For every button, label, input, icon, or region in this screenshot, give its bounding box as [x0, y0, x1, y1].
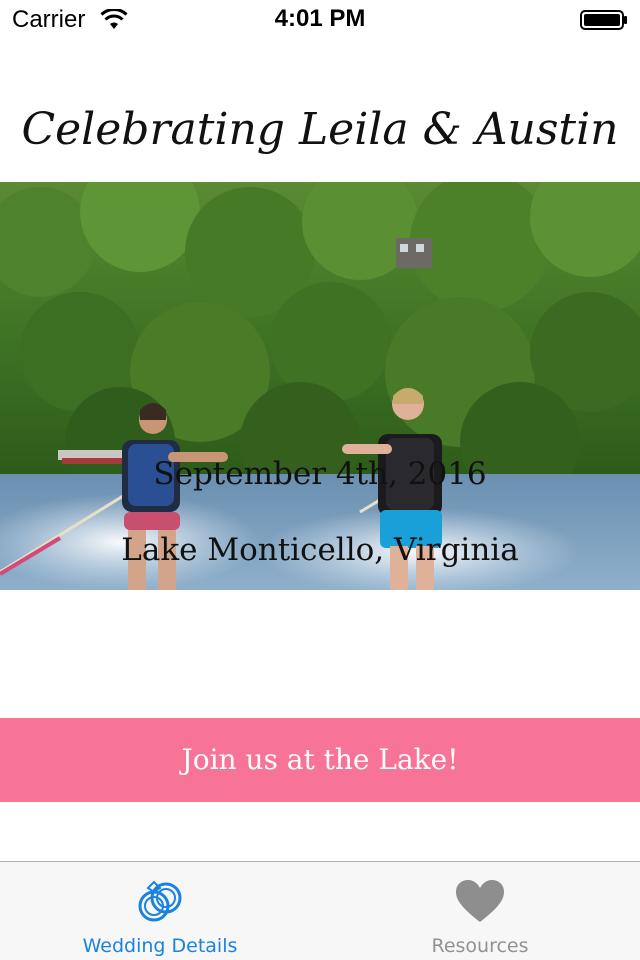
battery-icon [580, 10, 627, 30]
hero-photo: September 4th, 2016 Lake Monticello, Vir… [0, 182, 640, 590]
tab-label-resources: Resources [431, 935, 529, 957]
status-time: 4:01 PM [274, 5, 366, 32]
rings-icon [138, 880, 182, 922]
join-us-button[interactable]: Join us at the Lake! [0, 718, 640, 802]
tab-resources[interactable]: Resources [320, 862, 640, 960]
tab-wedding-details[interactable]: Wedding Details [0, 862, 320, 960]
event-date: September 4th, 2016 [153, 456, 487, 492]
heart-icon [456, 880, 504, 922]
tab-label-wedding-details: Wedding Details [82, 935, 238, 957]
status-bar: Carrier 4:01 PM [0, 0, 640, 40]
page-title: Celebrating Leila & Austin [21, 104, 619, 155]
lake-photo-illustration [0, 182, 640, 590]
tab-bar: Wedding Details Resources [0, 861, 640, 960]
app-screen: Carrier 4:01 PM Celebrating Leila & Aust… [0, 0, 640, 960]
event-location: Lake Monticello, Virginia [121, 532, 519, 568]
